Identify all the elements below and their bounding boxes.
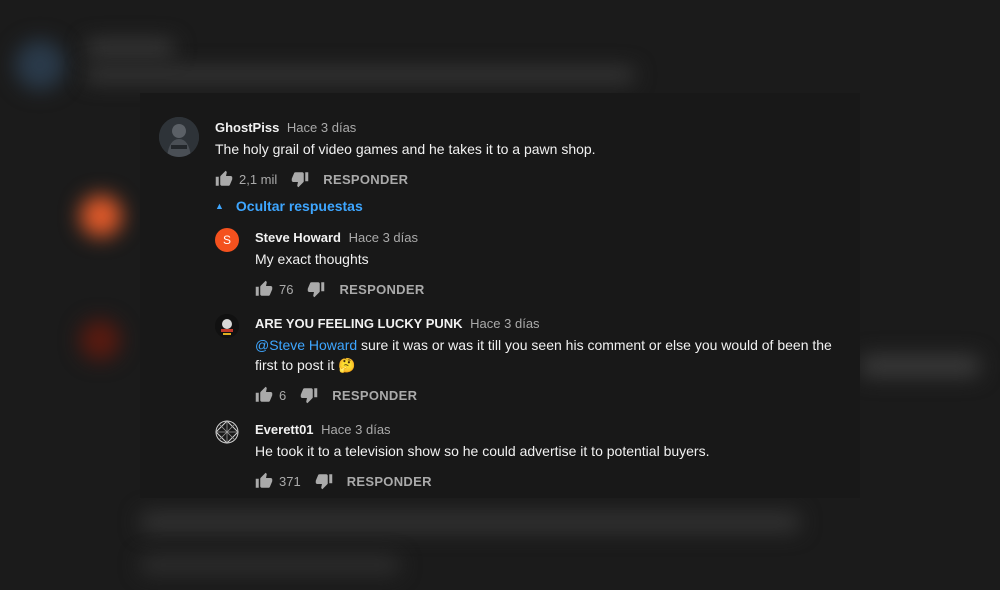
avatar[interactable] (215, 420, 239, 444)
background-text-blur (85, 40, 175, 56)
soldier-avatar-icon (159, 117, 199, 157)
skull-logo-icon (215, 314, 239, 338)
comment-time[interactable]: Hace 3 días (321, 422, 390, 437)
background-text-blur (140, 512, 800, 532)
reply-header: Everett01 Hace 3 días (255, 422, 391, 437)
reply-text: My exact thoughts (255, 251, 369, 267)
background-text-blur (140, 556, 400, 574)
reply-actions: 371 RESPONDER (255, 469, 432, 493)
author-name[interactable]: Steve Howard (255, 230, 341, 245)
hide-replies-label: Ocultar respuestas (235, 198, 363, 214)
avatar[interactable] (159, 117, 199, 157)
reply-text: @Steve Howard sure it was or was it till… (255, 335, 845, 375)
background-avatar-blur (80, 195, 122, 237)
author-name[interactable]: ARE YOU FEELING LUCKY PUNK (255, 316, 463, 331)
comment-time[interactable]: Hace 3 días (349, 230, 418, 245)
reply-actions: 76 RESPONDER (255, 277, 425, 301)
comment-text: The holy grail of video games and he tak… (215, 141, 596, 157)
dislike-icon[interactable] (307, 280, 325, 298)
comment-time[interactable]: Hace 3 días (470, 316, 539, 331)
comment-actions: 2,1 mil RESPONDER (215, 167, 408, 191)
reply-button[interactable]: RESPONDER (347, 474, 432, 489)
author-name[interactable]: Everett01 (255, 422, 314, 437)
reply-header: Steve Howard Hace 3 días (255, 230, 418, 245)
background-text-blur (85, 68, 635, 82)
dislike-icon[interactable] (300, 386, 318, 404)
reply-text: He took it to a television show so he co… (255, 443, 710, 459)
background-avatar-blur (15, 40, 65, 90)
reply-header: ARE YOU FEELING LUCKY PUNK Hace 3 días (255, 316, 540, 331)
reply-button[interactable]: RESPONDER (323, 172, 408, 187)
geometric-pattern-icon (215, 420, 239, 444)
like-icon[interactable] (255, 280, 273, 298)
like-count: 2,1 mil (239, 171, 278, 187)
comment-thread-card: GhostPiss Hace 3 días The holy grail of … (140, 93, 860, 498)
caret-up-icon: ▲ (215, 201, 224, 211)
like-icon[interactable] (255, 472, 273, 490)
background-text-blur (860, 355, 980, 377)
reply-actions: 6 RESPONDER (255, 383, 417, 407)
avatar[interactable] (215, 314, 239, 338)
background-avatar-blur (80, 320, 120, 360)
comment-time[interactable]: Hace 3 días (287, 120, 356, 135)
hide-replies-button[interactable]: ▲ Ocultar respuestas (215, 198, 363, 214)
comment-header: GhostPiss Hace 3 días (215, 120, 356, 135)
like-count: 76 (279, 281, 294, 297)
reply-button[interactable]: RESPONDER (339, 282, 424, 297)
like-icon[interactable] (215, 170, 233, 188)
user-mention-link[interactable]: @Steve Howard (255, 337, 357, 353)
author-name[interactable]: GhostPiss (215, 120, 279, 135)
dislike-icon[interactable] (291, 170, 309, 188)
reply-button[interactable]: RESPONDER (332, 388, 417, 403)
avatar[interactable]: S (215, 228, 239, 252)
like-count: 371 (279, 473, 301, 489)
dislike-icon[interactable] (315, 472, 333, 490)
avatar-letter: S (222, 233, 231, 247)
like-count: 6 (279, 387, 287, 403)
like-icon[interactable] (255, 386, 273, 404)
